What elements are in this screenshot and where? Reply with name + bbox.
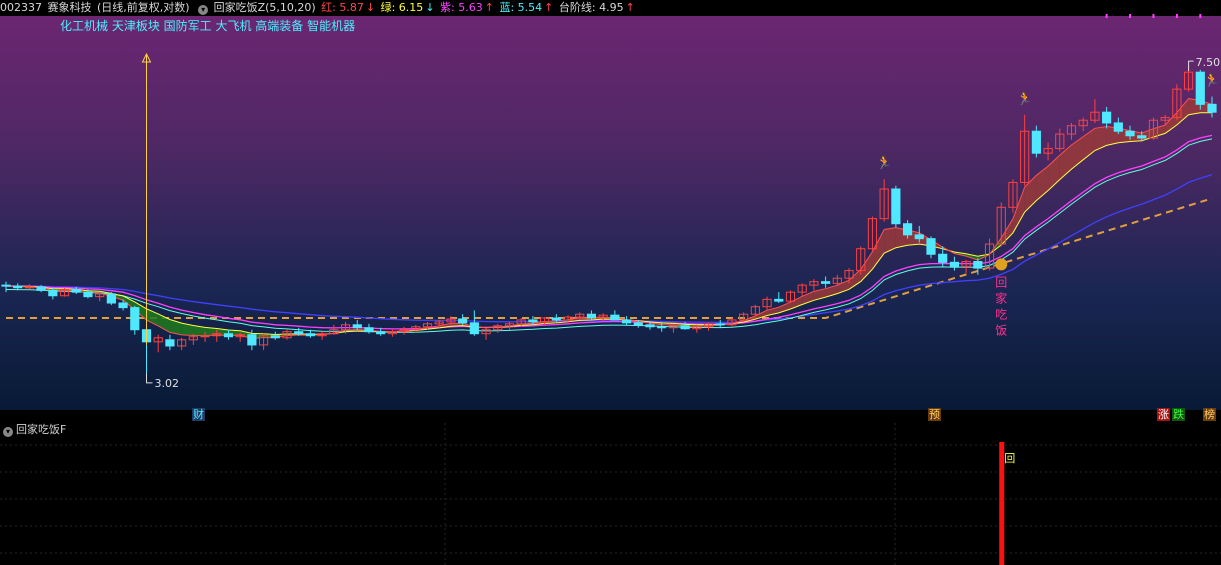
candle-body bbox=[1125, 130, 1135, 137]
candle-body bbox=[13, 285, 23, 289]
purple-line bbox=[5, 134, 1213, 330]
candle-body bbox=[1102, 111, 1112, 124]
low-marker-line bbox=[146, 372, 153, 384]
candle-body bbox=[528, 319, 538, 323]
ma-ribbon bbox=[6, 98, 1212, 339]
event-badge[interactable]: 财 bbox=[192, 408, 205, 421]
candle-body bbox=[1137, 135, 1147, 139]
candle-body bbox=[352, 324, 362, 329]
candle-body bbox=[364, 327, 374, 333]
candle-body bbox=[715, 323, 725, 326]
candle-body bbox=[458, 318, 468, 324]
signal-char: 回 bbox=[995, 275, 1007, 289]
candle-body bbox=[376, 331, 386, 335]
candle-body bbox=[657, 326, 667, 329]
candle-body bbox=[1, 284, 11, 287]
candle-body bbox=[902, 223, 913, 236]
candle-body bbox=[1207, 103, 1217, 113]
candle-body bbox=[270, 335, 280, 339]
candle-body bbox=[645, 324, 655, 328]
runner-icon: 🏃 bbox=[1204, 73, 1220, 89]
candle-body bbox=[926, 238, 936, 255]
candle-body bbox=[621, 319, 632, 324]
candle-body bbox=[938, 253, 948, 263]
cyan-line bbox=[5, 138, 1213, 333]
candle-body bbox=[469, 322, 479, 335]
candle-body bbox=[130, 307, 140, 331]
sub-panel-title[interactable]: ▾ 回家吃饭F bbox=[0, 423, 66, 437]
candle-body bbox=[1031, 130, 1041, 154]
candle-body bbox=[586, 313, 597, 319]
candle-body bbox=[633, 322, 643, 326]
candle-body bbox=[83, 291, 93, 298]
sub-settings-icon[interactable]: ▾ bbox=[3, 427, 13, 437]
candle-body bbox=[1113, 122, 1123, 132]
candle-body bbox=[973, 261, 983, 269]
candle-body bbox=[247, 334, 257, 346]
runner-icon: 🏃 bbox=[876, 155, 892, 171]
ribbon-segment bbox=[884, 227, 896, 254]
candle-body bbox=[36, 286, 46, 291]
candle-body bbox=[774, 298, 784, 302]
markers: 7.50 3.02 回家吃饭 🏃 🏃 🏃 bbox=[141, 14, 1221, 390]
candle-body bbox=[821, 281, 831, 284]
candle-body bbox=[118, 302, 128, 309]
event-bar bbox=[0, 410, 1221, 424]
candle-body bbox=[294, 331, 304, 335]
high-marker-line bbox=[1188, 60, 1194, 72]
candle-body bbox=[48, 289, 58, 297]
event-badge[interactable]: 榜 bbox=[1203, 408, 1216, 421]
red-line bbox=[5, 98, 1213, 340]
ma-lines bbox=[5, 98, 1213, 340]
ribbon-segment bbox=[1176, 98, 1189, 125]
event-badge[interactable]: 跌 bbox=[1172, 408, 1185, 421]
candle-body bbox=[551, 317, 561, 321]
candle-body bbox=[914, 234, 924, 240]
candle-body bbox=[610, 314, 620, 321]
signal-char: 饭 bbox=[995, 323, 1007, 337]
candle-body bbox=[223, 333, 234, 338]
candle-body bbox=[680, 325, 690, 330]
money-bag-icon bbox=[995, 258, 1008, 271]
sub-indicator-panel[interactable] bbox=[0, 423, 1221, 565]
event-badge[interactable]: 预 bbox=[928, 408, 941, 421]
ribbon-segment bbox=[1094, 126, 1107, 151]
candle-body bbox=[71, 289, 81, 293]
candle-body bbox=[24, 286, 35, 289]
event-badge[interactable]: 涨 bbox=[1157, 408, 1170, 421]
high-marker-label: 7.50 bbox=[1196, 56, 1221, 69]
signal-char: 家 bbox=[995, 290, 1007, 305]
candle-body bbox=[106, 293, 116, 304]
runner-icon: 🏃 bbox=[1017, 91, 1033, 107]
candle-body bbox=[949, 261, 960, 267]
low-marker-label: 3.02 bbox=[155, 377, 180, 390]
signal-char: 吃 bbox=[995, 307, 1007, 321]
candle-body bbox=[165, 339, 175, 347]
ribbon-segment bbox=[1012, 186, 1025, 233]
candle-body bbox=[305, 333, 316, 337]
ribbon-segment bbox=[849, 269, 861, 290]
candle-body bbox=[891, 188, 901, 225]
